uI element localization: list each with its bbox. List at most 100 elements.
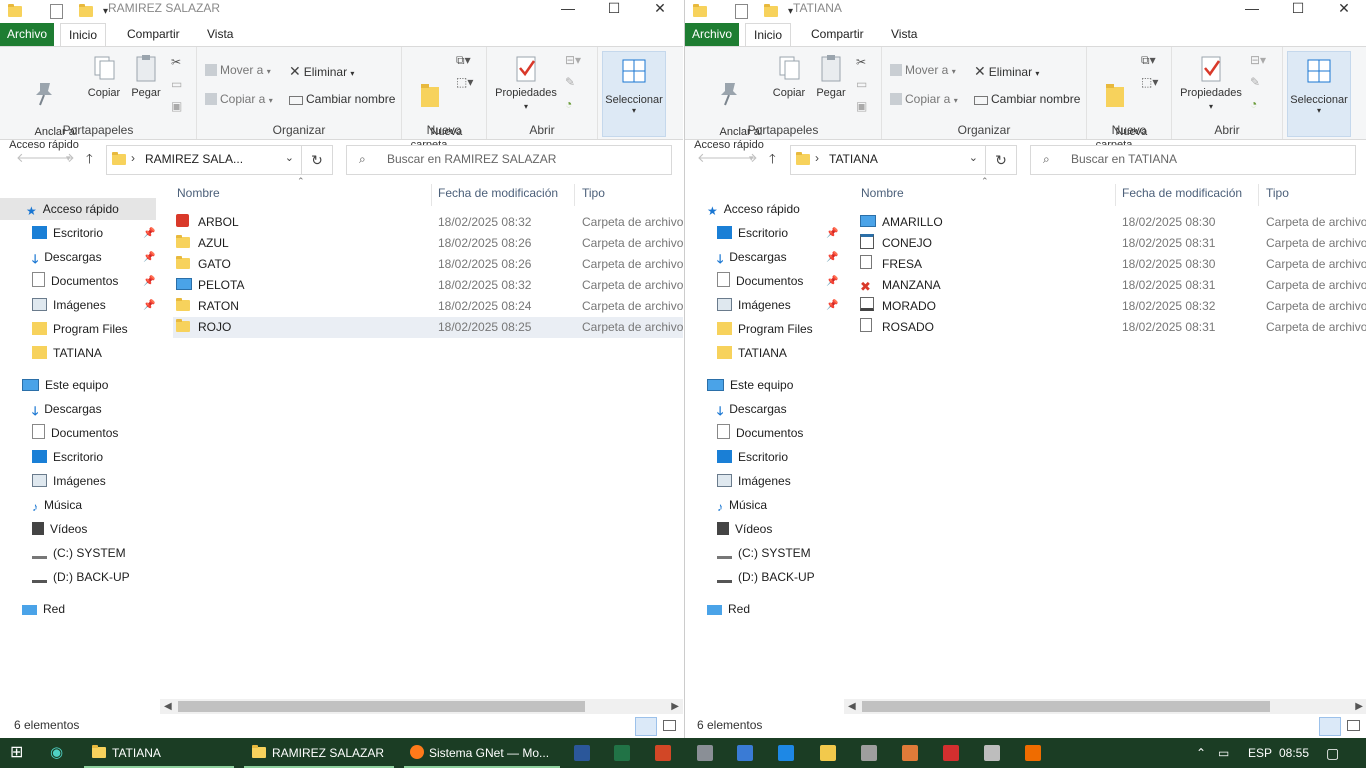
column-nombre[interactable]: Nombre — [861, 186, 904, 202]
large-icons-view-button[interactable] — [1344, 717, 1360, 734]
new-folder-qat-icon[interactable] — [79, 3, 93, 17]
nav-drive-c[interactable]: (C:) SYSTEM — [32, 542, 126, 564]
copy-to-button[interactable]: Copiar a ▾ — [890, 92, 958, 106]
move-to-button[interactable]: Mover a ▾ — [205, 63, 271, 77]
nav-pc-videos[interactable]: Vídeos — [32, 518, 87, 540]
file-row[interactable]: ROJO 18/02/2025 08:25 Carpeta de archivos — [173, 317, 683, 338]
new-item-icon[interactable]: ⧉▾ — [1141, 53, 1156, 68]
new-folder-qat-icon[interactable] — [764, 3, 778, 17]
scrollbar-thumb[interactable] — [862, 701, 1270, 712]
rename-button[interactable]: Cambiar nombre — [289, 92, 395, 106]
nav-pc-escritorio[interactable]: Escritorio — [717, 446, 788, 468]
nav-drive-d[interactable]: (D:) BACK-UP — [717, 566, 815, 588]
clock[interactable]: 08:55 — [1279, 738, 1309, 768]
file-row[interactable]: ✖ MANZANA 18/02/2025 08:31 Carpeta de archi… — [857, 275, 1366, 296]
notifications-icon[interactable]: ▢ — [1326, 738, 1339, 768]
nav-documentos[interactable]: Documentos — [32, 270, 118, 292]
nav-program-files[interactable]: Program Files — [32, 318, 128, 340]
nav-escritorio[interactable]: Escritorio — [717, 222, 788, 244]
search-input[interactable]: ⌕ Buscar en RAMIREZ SALAZAR — [346, 145, 672, 175]
edit-icon[interactable]: ✎ — [1250, 75, 1260, 89]
taskbar-item-ramirez[interactable]: RAMIREZ SALAZAR — [244, 738, 394, 768]
refresh-button[interactable]: ↻ — [302, 145, 333, 175]
app-icon[interactable] — [984, 745, 1000, 761]
history-icon[interactable]: ◔ — [1250, 97, 1257, 111]
cut-icon[interactable]: ✂ — [856, 55, 866, 69]
powerpoint-icon[interactable] — [655, 745, 671, 761]
tab-vista[interactable]: Vista — [891, 23, 917, 46]
copy-path-icon[interactable]: ▭ — [171, 77, 182, 91]
properties-button[interactable]: Propiedades ▾ — [491, 53, 561, 113]
close-button[interactable]: ✕ — [637, 0, 683, 20]
cut-icon[interactable]: ✂ — [171, 55, 181, 69]
tab-inicio[interactable]: Inicio — [745, 23, 792, 47]
recent-chevron-icon[interactable]: ▾ — [749, 153, 754, 164]
chevron-down-icon[interactable]: ⌄ — [285, 151, 294, 164]
network-icon[interactable]: ▭ — [1218, 738, 1229, 768]
new-item-icon[interactable]: ⧉▾ — [456, 53, 471, 68]
details-view-button[interactable] — [635, 717, 657, 736]
column-divider[interactable] — [1115, 184, 1116, 206]
move-to-button[interactable]: Mover a ▾ — [890, 63, 956, 77]
edge-browser-icon[interactable]: ◉ — [50, 738, 63, 768]
column-fecha[interactable]: Fecha de modificación — [438, 186, 558, 202]
horizontal-scrollbar[interactable]: ◀ ▶ — [160, 699, 683, 714]
nav-pc-descargas[interactable]: 🡓 Descargas — [32, 398, 102, 420]
nav-pc-imagenes[interactable]: Imágenes — [32, 470, 106, 492]
file-row[interactable]: FRESA 18/02/2025 08:30 Carpeta de archivos — [857, 254, 1366, 275]
easy-access-icon[interactable]: ⬚▾ — [456, 75, 473, 89]
app-icon[interactable] — [737, 745, 753, 761]
nav-acceso-rapido[interactable]: ★ Acceso rápido — [707, 198, 800, 220]
pin-icon[interactable]: 📌 — [826, 228, 838, 239]
nav-pc-documentos[interactable]: Documentos — [32, 422, 118, 444]
column-tipo[interactable]: Tipo — [1266, 186, 1289, 202]
properties-button[interactable]: Propiedades ▾ — [1176, 53, 1246, 113]
tab-compartir[interactable]: Compartir — [811, 23, 864, 46]
recent-chevron-icon[interactable]: ▾ — [66, 153, 71, 164]
nav-tatiana[interactable]: TATIANA — [32, 342, 102, 364]
nav-imagenes[interactable]: Imágenes — [32, 294, 106, 316]
nav-pc-escritorio[interactable]: Escritorio — [32, 446, 103, 468]
notes-icon[interactable] — [820, 745, 836, 761]
pin-icon[interactable]: 📌 — [826, 252, 838, 263]
select-button[interactable]: Seleccionar ▾ — [602, 51, 666, 137]
nav-imagenes[interactable]: Imágenes — [717, 294, 791, 316]
file-row[interactable]: RATON 18/02/2025 08:24 Carpeta de archivos — [173, 296, 683, 317]
up-arrow-icon[interactable]: 🡑 — [86, 150, 93, 172]
minimize-button[interactable]: — — [545, 0, 591, 20]
file-row[interactable]: AMARILLO 18/02/2025 08:30 Carpeta de archi… — [857, 212, 1366, 233]
copy-button[interactable]: Copiar — [84, 53, 124, 100]
pin-icon[interactable]: 📌 — [143, 300, 155, 311]
delete-button[interactable]: ✕ Eliminar ▾ — [974, 63, 1039, 80]
column-nombre[interactable]: Nombre — [177, 186, 220, 202]
nav-pc-musica[interactable]: ♪ Música — [32, 494, 82, 516]
scroll-right-icon[interactable]: ▶ — [1355, 699, 1363, 714]
pin-icon[interactable]: 📌 — [143, 276, 155, 287]
app-icon[interactable] — [697, 745, 713, 761]
paste-shortcut-icon[interactable]: ▣ — [171, 99, 182, 113]
chevron-down-icon[interactable]: ⌄ — [969, 151, 978, 164]
column-divider[interactable] — [431, 184, 432, 206]
file-row[interactable]: PELOTA 18/02/2025 08:32 Carpeta de archivo… — [173, 275, 683, 296]
maximize-button[interactable]: ☐ — [591, 0, 637, 20]
file-row[interactable]: GATO 18/02/2025 08:26 Carpeta de archivos — [173, 254, 683, 275]
nav-pc-videos[interactable]: Vídeos — [717, 518, 772, 540]
properties-qat-icon[interactable] — [735, 3, 748, 19]
tray-chevron-icon[interactable]: ⌃ — [1196, 738, 1206, 768]
copy-path-icon[interactable]: ▭ — [856, 77, 867, 91]
minimize-button[interactable]: — — [1229, 0, 1275, 20]
easy-access-icon[interactable]: ⬚▾ — [1141, 75, 1158, 89]
taskbar-item-tatiana[interactable]: TATIANA — [84, 738, 234, 768]
scrollbar-thumb[interactable] — [178, 701, 585, 712]
app-icon[interactable] — [902, 745, 918, 761]
close-button[interactable]: ✕ — [1321, 0, 1366, 20]
open-icon[interactable]: ⊟▾ — [1250, 53, 1266, 67]
scroll-left-icon[interactable]: ◀ — [164, 699, 172, 714]
nav-pc-documentos[interactable]: Documentos — [717, 422, 803, 444]
scroll-left-icon[interactable]: ◀ — [848, 699, 856, 714]
paste-shortcut-icon[interactable]: ▣ — [856, 99, 867, 113]
word-icon[interactable] — [574, 745, 590, 761]
nav-drive-c[interactable]: (C:) SYSTEM — [717, 542, 811, 564]
address-bar[interactable]: › TATIANA ⌄ — [790, 145, 986, 175]
up-arrow-icon[interactable]: 🡑 — [769, 150, 776, 172]
